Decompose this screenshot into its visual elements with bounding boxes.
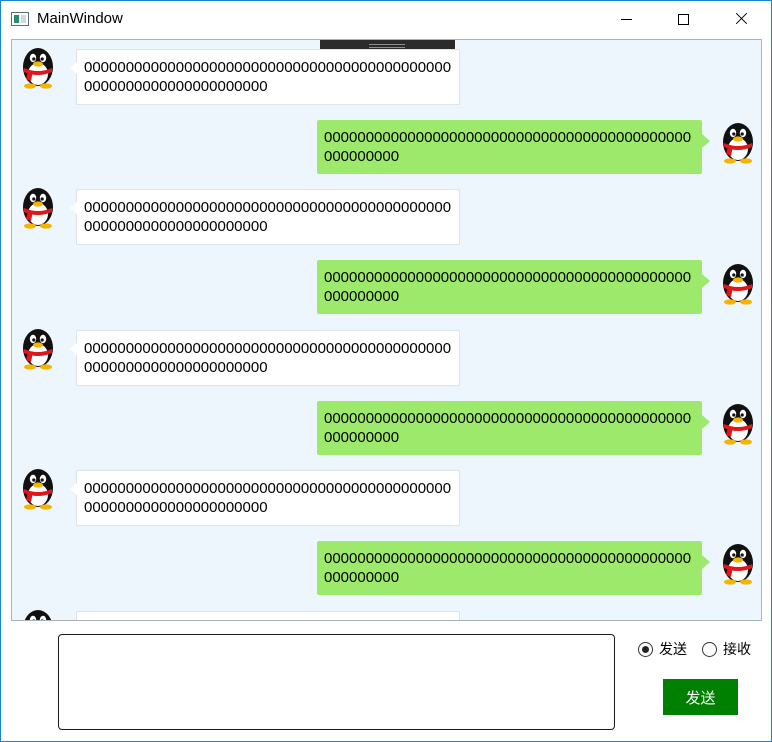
close-button[interactable] [718,1,764,37]
minimize-button[interactable] [603,1,649,37]
outgoing-message-bubble[interactable]: 0000000000000000000000000000000000000000… [317,260,710,315]
incoming-message-bubble[interactable]: 0000000000000000000000000000000000000000… [70,329,460,386]
title-bar[interactable]: MainWindow [1,1,771,37]
radio-send-indicator[interactable] [638,641,653,657]
avatar-left-penguin-icon[interactable] [19,43,57,89]
outgoing-message-bubble[interactable]: 0000000000000000000000000000000000000000… [317,120,710,174]
avatar-left-penguin-icon[interactable] [19,324,57,370]
radio-send[interactable]: 发送 [638,639,687,659]
window-title: MainWindow [37,10,123,27]
radio-receive-label: 接收 [723,642,751,658]
avatar-left-penguin-icon[interactable] [19,464,57,510]
chat-message-list[interactable]: 0000000000000000000000000000000000000000… [11,39,762,621]
incoming-message-bubble[interactable] [76,610,460,620]
message-input[interactable] [58,634,615,730]
close-icon [734,12,748,26]
incoming-message-bubble[interactable]: 0000000000000000000000000000000000000000… [70,470,460,527]
minimize-icon [620,18,632,20]
outgoing-message-bubble[interactable]: 0000000000000000000000000000000000000000… [317,400,710,455]
maximize-button[interactable] [660,1,706,37]
send-button[interactable]: 发送 [663,679,738,715]
avatar-left-penguin-icon[interactable] [19,605,57,620]
avatar-left-penguin-icon[interactable] [19,183,57,229]
outgoing-message-bubble[interactable]: 0000000000000000000000000000000000000000… [317,541,710,596]
avatar-right-penguin-icon[interactable] [719,259,757,305]
avatar-right-penguin-icon[interactable] [719,399,757,445]
main-window: MainWindow 00000000000000000000000000000… [0,0,772,742]
radio-receive-indicator[interactable] [702,641,717,657]
incoming-message-bubble[interactable]: 0000000000000000000000000000000000000000… [70,189,460,246]
radio-send-label: 发送 [659,642,687,658]
avatar-right-penguin-icon[interactable] [719,118,757,164]
incoming-message-bubble[interactable]: 0000000000000000000000000000000000000000… [70,49,460,105]
maximize-icon [677,13,689,25]
radio-receive[interactable]: 接收 [702,639,751,659]
avatar-right-penguin-icon[interactable] [719,539,757,585]
window-app-icon [11,12,29,26]
